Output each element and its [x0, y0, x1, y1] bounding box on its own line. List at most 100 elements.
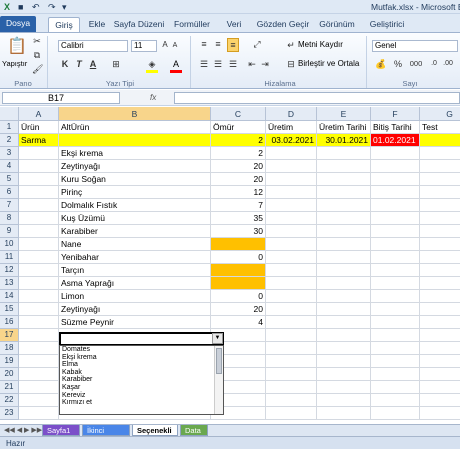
underline-button[interactable]: A — [88, 58, 98, 70]
cell-d11[interactable] — [266, 251, 317, 264]
header-cell-g[interactable]: Test — [420, 121, 460, 134]
wrap-text-button[interactable]: Metni Kaydır — [298, 39, 343, 51]
cell-f8[interactable] — [371, 212, 420, 225]
cell-a15[interactable] — [19, 303, 59, 316]
cell-f10[interactable] — [371, 238, 420, 251]
save-icon[interactable]: ■ — [18, 1, 23, 13]
font-name-select[interactable]: Calibri — [58, 40, 128, 52]
paste-button-label[interactable]: Yapıştır — [2, 59, 27, 68]
tab-developer[interactable]: Geliştirici — [366, 17, 408, 32]
paste-icon[interactable]: 📋 — [6, 36, 28, 58]
cell-c4[interactable]: 20 — [211, 160, 266, 173]
row-header[interactable]: 5 — [0, 173, 19, 186]
cell-a10[interactable] — [19, 238, 59, 251]
cell-d8[interactable] — [266, 212, 317, 225]
cell-b8[interactable]: Kuş Üzümü — [59, 212, 211, 225]
row-header[interactable]: 3 — [0, 147, 19, 160]
row-header[interactable]: 14 — [0, 290, 19, 303]
cell-d18[interactable] — [266, 342, 317, 355]
row-header[interactable]: 17 — [0, 329, 19, 342]
cell-d15[interactable] — [266, 303, 317, 316]
cell-e2[interactable]: 30.01.2021 — [317, 134, 371, 147]
cell-a19[interactable] — [19, 355, 59, 368]
active-cell-b17[interactable] — [59, 332, 224, 346]
grow-font-icon[interactable]: A — [160, 39, 170, 51]
dropdown-scrollbar[interactable] — [214, 346, 223, 414]
cell-e7[interactable] — [317, 199, 371, 212]
select-all-corner[interactable] — [0, 107, 19, 121]
tab-page-layout[interactable]: Sayfa Düzeni — [113, 17, 165, 32]
cell-c8[interactable]: 35 — [211, 212, 266, 225]
row-header[interactable]: 16 — [0, 316, 19, 329]
cell-f22[interactable] — [371, 394, 420, 407]
cell-g6[interactable] — [420, 186, 460, 199]
column-header-d[interactable]: D — [266, 107, 317, 121]
cell-b14[interactable]: Limon — [59, 290, 211, 303]
cell-c12[interactable] — [211, 264, 266, 277]
dropdown-item[interactable]: Domates — [60, 346, 223, 354]
cell-d23[interactable] — [266, 407, 317, 420]
cell-d13[interactable] — [266, 277, 317, 290]
cell-e18[interactable] — [317, 342, 371, 355]
cell-e9[interactable] — [317, 225, 371, 238]
fill-color-icon[interactable]: ◈ — [146, 58, 158, 73]
cell-f14[interactable] — [371, 290, 420, 303]
row-header[interactable]: 23 — [0, 407, 19, 420]
dropdown-arrow-icon[interactable]: ▼ — [212, 333, 223, 344]
cell-f16[interactable] — [371, 316, 420, 329]
cell-d10[interactable] — [266, 238, 317, 251]
name-box[interactable]: B17 — [2, 92, 120, 104]
cell-f2[interactable]: 01.02.2021 — [371, 134, 420, 147]
increase-decimal-icon[interactable]: .0 — [428, 58, 440, 70]
row-header[interactable]: 15 — [0, 303, 19, 316]
cell-f17[interactable] — [371, 329, 420, 342]
cell-g3[interactable] — [420, 147, 460, 160]
column-header-b[interactable]: B — [59, 107, 211, 121]
cell-c6[interactable]: 12 — [211, 186, 266, 199]
align-left-icon[interactable]: ☰ — [198, 58, 210, 70]
cell-c11[interactable]: 0 — [211, 251, 266, 264]
validation-dropdown-list[interactable]: Domates Ekşi krema Elma Kabak Karabiber Kaşar… — [59, 345, 224, 415]
number-format-select[interactable]: Genel — [372, 40, 458, 52]
cell-d20[interactable] — [266, 368, 317, 381]
cell-c16[interactable]: 4 — [211, 316, 266, 329]
cell-g2[interactable]: 4 — [420, 134, 460, 147]
formula-input[interactable] — [174, 92, 460, 104]
cell-g14[interactable] — [420, 290, 460, 303]
copy-icon[interactable]: ⧉ — [32, 49, 42, 61]
cell-c15[interactable]: 20 — [211, 303, 266, 316]
column-header-g[interactable]: G — [420, 107, 460, 121]
row-header[interactable]: 19 — [0, 355, 19, 368]
tab-data[interactable]: Veri — [222, 17, 246, 32]
cell-b10[interactable]: Nane — [59, 238, 211, 251]
row-header[interactable]: 7 — [0, 199, 19, 212]
cell-g7[interactable] — [420, 199, 460, 212]
cell-c5[interactable]: 20 — [211, 173, 266, 186]
decrease-decimal-icon[interactable]: .00 — [442, 58, 454, 70]
increase-indent-icon[interactable]: ⇥ — [259, 58, 271, 70]
cell-g12[interactable] — [420, 264, 460, 277]
cell-d3[interactable] — [266, 147, 317, 160]
cell-e19[interactable] — [317, 355, 371, 368]
redo-icon[interactable]: ↷ — [48, 1, 56, 13]
cell-g8[interactable] — [420, 212, 460, 225]
wrap-text-icon[interactable]: ↵ — [286, 39, 296, 51]
cell-d19[interactable] — [266, 355, 317, 368]
column-header-f[interactable]: F — [371, 107, 420, 121]
cell-c7[interactable]: 7 — [211, 199, 266, 212]
cell-e8[interactable] — [317, 212, 371, 225]
cell-d21[interactable] — [266, 381, 317, 394]
cell-g13[interactable] — [420, 277, 460, 290]
cell-b9[interactable]: Karabiber — [59, 225, 211, 238]
dropdown-item[interactable]: Kabak — [60, 369, 223, 377]
cell-g10[interactable] — [420, 238, 460, 251]
cell-d4[interactable] — [266, 160, 317, 173]
cell-a14[interactable] — [19, 290, 59, 303]
shrink-font-icon[interactable]: A — [170, 40, 180, 52]
cell-f19[interactable] — [371, 355, 420, 368]
cell-d9[interactable] — [266, 225, 317, 238]
cell-f9[interactable] — [371, 225, 420, 238]
cell-d12[interactable] — [266, 264, 317, 277]
header-cell-c[interactable]: Ömür — [211, 121, 266, 134]
column-header-e[interactable]: E — [317, 107, 371, 121]
